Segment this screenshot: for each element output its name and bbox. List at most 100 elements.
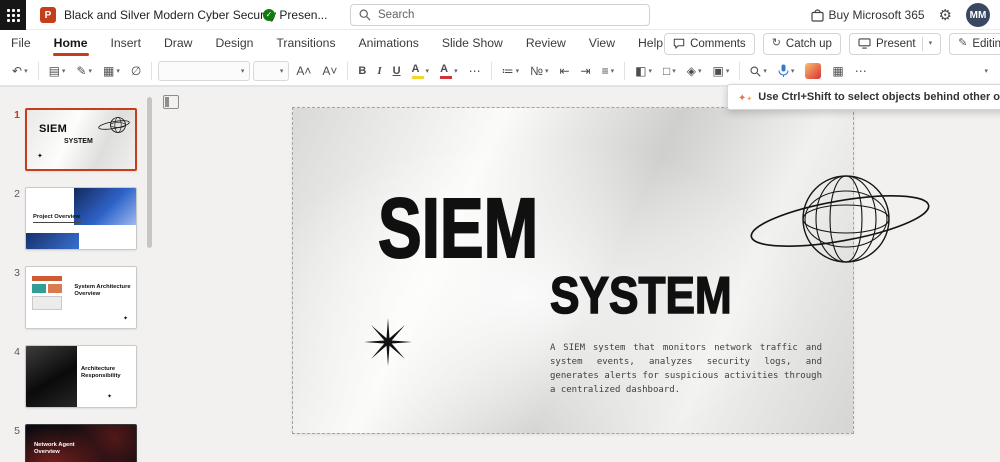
chevron-down-icon[interactable]: ▾: [698, 68, 702, 75]
chevron-down-icon[interactable]: ▾: [241, 68, 245, 75]
more-font-options-button[interactable]: ⋯: [465, 62, 485, 80]
slide-thumbnail-4[interactable]: Architecture Responsibility ✦: [25, 345, 137, 408]
present-button[interactable]: Present ▾: [848, 32, 942, 55]
slide-editing-surface[interactable]: SIEM SYSTEM A SIEM system that monitors …: [292, 107, 930, 434]
editing-mode-button[interactable]: ✎ Editing ▾: [949, 32, 1000, 55]
find-button[interactable]: ▾: [746, 63, 771, 80]
chevron-down-icon[interactable]: ▾: [116, 68, 120, 75]
slide-title-system[interactable]: SYSTEM: [549, 269, 732, 323]
microphone-icon: [778, 64, 789, 77]
chevron-down-icon[interactable]: ▾: [648, 68, 652, 75]
slide-thumbnail-3[interactable]: System Architecture Overview ✦: [25, 266, 137, 329]
wireframe-globe-graphic[interactable]: [748, 171, 933, 271]
shape-outline-icon: □: [663, 64, 671, 78]
font-name-select[interactable]: ▾: [158, 61, 251, 81]
shape-fill-button[interactable]: ◧ ▾: [631, 62, 656, 80]
menu-tab-help[interactable]: Help: [637, 31, 664, 56]
menu-tab-home[interactable]: Home: [52, 31, 89, 56]
apps-button[interactable]: ▦: [828, 62, 847, 80]
sparkle-icon: ✦✦: [738, 93, 753, 104]
dictate-button[interactable]: ▾: [774, 61, 799, 81]
shape-effects-icon: ◈: [686, 64, 696, 78]
menu-tab-slide-show[interactable]: Slide Show: [441, 31, 504, 56]
chevron-down-icon[interactable]: ▾: [280, 68, 284, 75]
chevron-down-icon[interactable]: ▾: [726, 68, 730, 75]
designer-button[interactable]: [801, 60, 825, 82]
font-color-button[interactable]: A ▾: [436, 60, 462, 82]
chevron-down-icon[interactable]: ▾: [426, 68, 430, 75]
menu-tab-design[interactable]: Design: [214, 31, 254, 56]
slide-thumbnail-5[interactable]: Network Agent Overview: [25, 424, 137, 462]
chevron-down-icon[interactable]: ▾: [516, 68, 520, 75]
bullets-button[interactable]: ≔ ▾: [498, 62, 524, 80]
ribbon-collapse-button[interactable]: ▾: [980, 65, 992, 78]
slide-canvas[interactable]: SIEM SYSTEM A SIEM system that monitors …: [156, 87, 1000, 462]
thumb3-diagram-box: [48, 284, 62, 293]
menu-tab-animations[interactable]: Animations: [358, 31, 420, 56]
menu-tabs: File Home Insert Draw Design Transitions…: [10, 31, 664, 56]
app-launcher-button[interactable]: [0, 0, 26, 30]
slide-number: 4: [14, 346, 20, 358]
powerpoint-web-app: P Black and Silver Modern Cyber Security…: [0, 0, 1000, 462]
chevron-down-icon[interactable]: ▾: [791, 68, 795, 75]
bold-button[interactable]: B: [354, 62, 370, 80]
shape-outline-button[interactable]: □ ▾: [659, 62, 680, 80]
menu-tab-transitions[interactable]: Transitions: [275, 31, 336, 56]
indent-decrease-button[interactable]: ⇤: [555, 62, 573, 80]
chevron-down-icon[interactable]: ▾: [763, 68, 767, 75]
new-slide-button[interactable]: ▦ ▾: [99, 62, 124, 80]
paste-button[interactable]: ▤ ▾: [45, 62, 70, 80]
align-button[interactable]: ≡ ▾: [598, 62, 619, 80]
settings-gear-icon[interactable]: ⚙: [939, 8, 952, 23]
underline-button[interactable]: U: [389, 62, 405, 80]
menu-tab-file[interactable]: File: [10, 31, 32, 56]
buy-microsoft-365-link[interactable]: Buy Microsoft 365: [810, 8, 925, 22]
chevron-down-icon[interactable]: ▾: [672, 68, 676, 75]
powerpoint-logo-icon[interactable]: P: [40, 7, 56, 23]
menu-tab-insert[interactable]: Insert: [110, 31, 142, 56]
menu-tab-review[interactable]: Review: [525, 31, 567, 56]
arrange-button[interactable]: ▣ ▾: [709, 62, 734, 80]
document-title[interactable]: Black and Silver Modern Cyber Security P…: [64, 8, 327, 22]
slide-thumbnail-1[interactable]: SIEM SYSTEM ✦: [25, 108, 137, 171]
undo-button[interactable]: ↶ ▾: [8, 62, 32, 80]
chevron-down-icon[interactable]: ▾: [611, 68, 615, 75]
grow-font-icon: A˄: [296, 64, 312, 78]
numbering-button[interactable]: № ▾: [526, 62, 552, 80]
bold-icon: B: [358, 65, 367, 77]
shape-effects-button[interactable]: ◈ ▾: [683, 62, 706, 80]
menu-tab-draw[interactable]: Draw: [163, 31, 193, 56]
highlight-color-button[interactable]: A ▾: [408, 60, 434, 82]
more-commands-button[interactable]: ⋯: [851, 62, 871, 80]
search-input[interactable]: Search: [350, 4, 650, 26]
chevron-down-icon[interactable]: ▾: [454, 68, 458, 75]
indent-increase-button[interactable]: ⇥: [577, 62, 595, 80]
slide-number: 1: [14, 109, 20, 121]
shrink-font-button[interactable]: A˅: [318, 62, 341, 80]
star-sparkle-graphic[interactable]: [363, 317, 413, 367]
chevron-down-icon[interactable]: ▾: [929, 40, 933, 47]
slide-title-siem[interactable]: SIEM: [377, 185, 539, 271]
ribbon-divider: [347, 62, 349, 80]
catch-up-button[interactable]: ↻ Catch up: [762, 32, 841, 55]
account-avatar[interactable]: MM: [966, 3, 990, 27]
scrollbar-thumb[interactable]: [147, 97, 152, 248]
font-size-select[interactable]: ▾: [253, 61, 290, 81]
grow-font-button[interactable]: A˄: [292, 62, 315, 80]
thumbnail-scrollbar[interactable]: [147, 97, 152, 456]
slide-body-text[interactable]: A SIEM system that monitors network traf…: [550, 342, 822, 398]
comments-label: Comments: [690, 37, 746, 50]
chevron-down-icon[interactable]: ▾: [62, 68, 66, 75]
chevron-down-icon[interactable]: ▾: [545, 68, 549, 75]
slide-thumbnail-2[interactable]: Project Overview: [25, 187, 137, 250]
slide-row-5: 5 Network Agent Overview: [6, 424, 156, 462]
chevron-down-icon[interactable]: ▾: [89, 68, 93, 75]
mini-globe-icon: [98, 117, 130, 133]
clear-formatting-button[interactable]: ∅: [127, 62, 145, 80]
menu-tab-view[interactable]: View: [588, 31, 616, 56]
comments-button[interactable]: Comments: [664, 32, 755, 55]
italic-button[interactable]: I: [373, 62, 385, 80]
format-painter-button[interactable]: ✎ ▾: [72, 62, 96, 80]
chevron-down-icon[interactable]: ▾: [24, 68, 28, 75]
more-icon: ⋯: [854, 64, 867, 78]
